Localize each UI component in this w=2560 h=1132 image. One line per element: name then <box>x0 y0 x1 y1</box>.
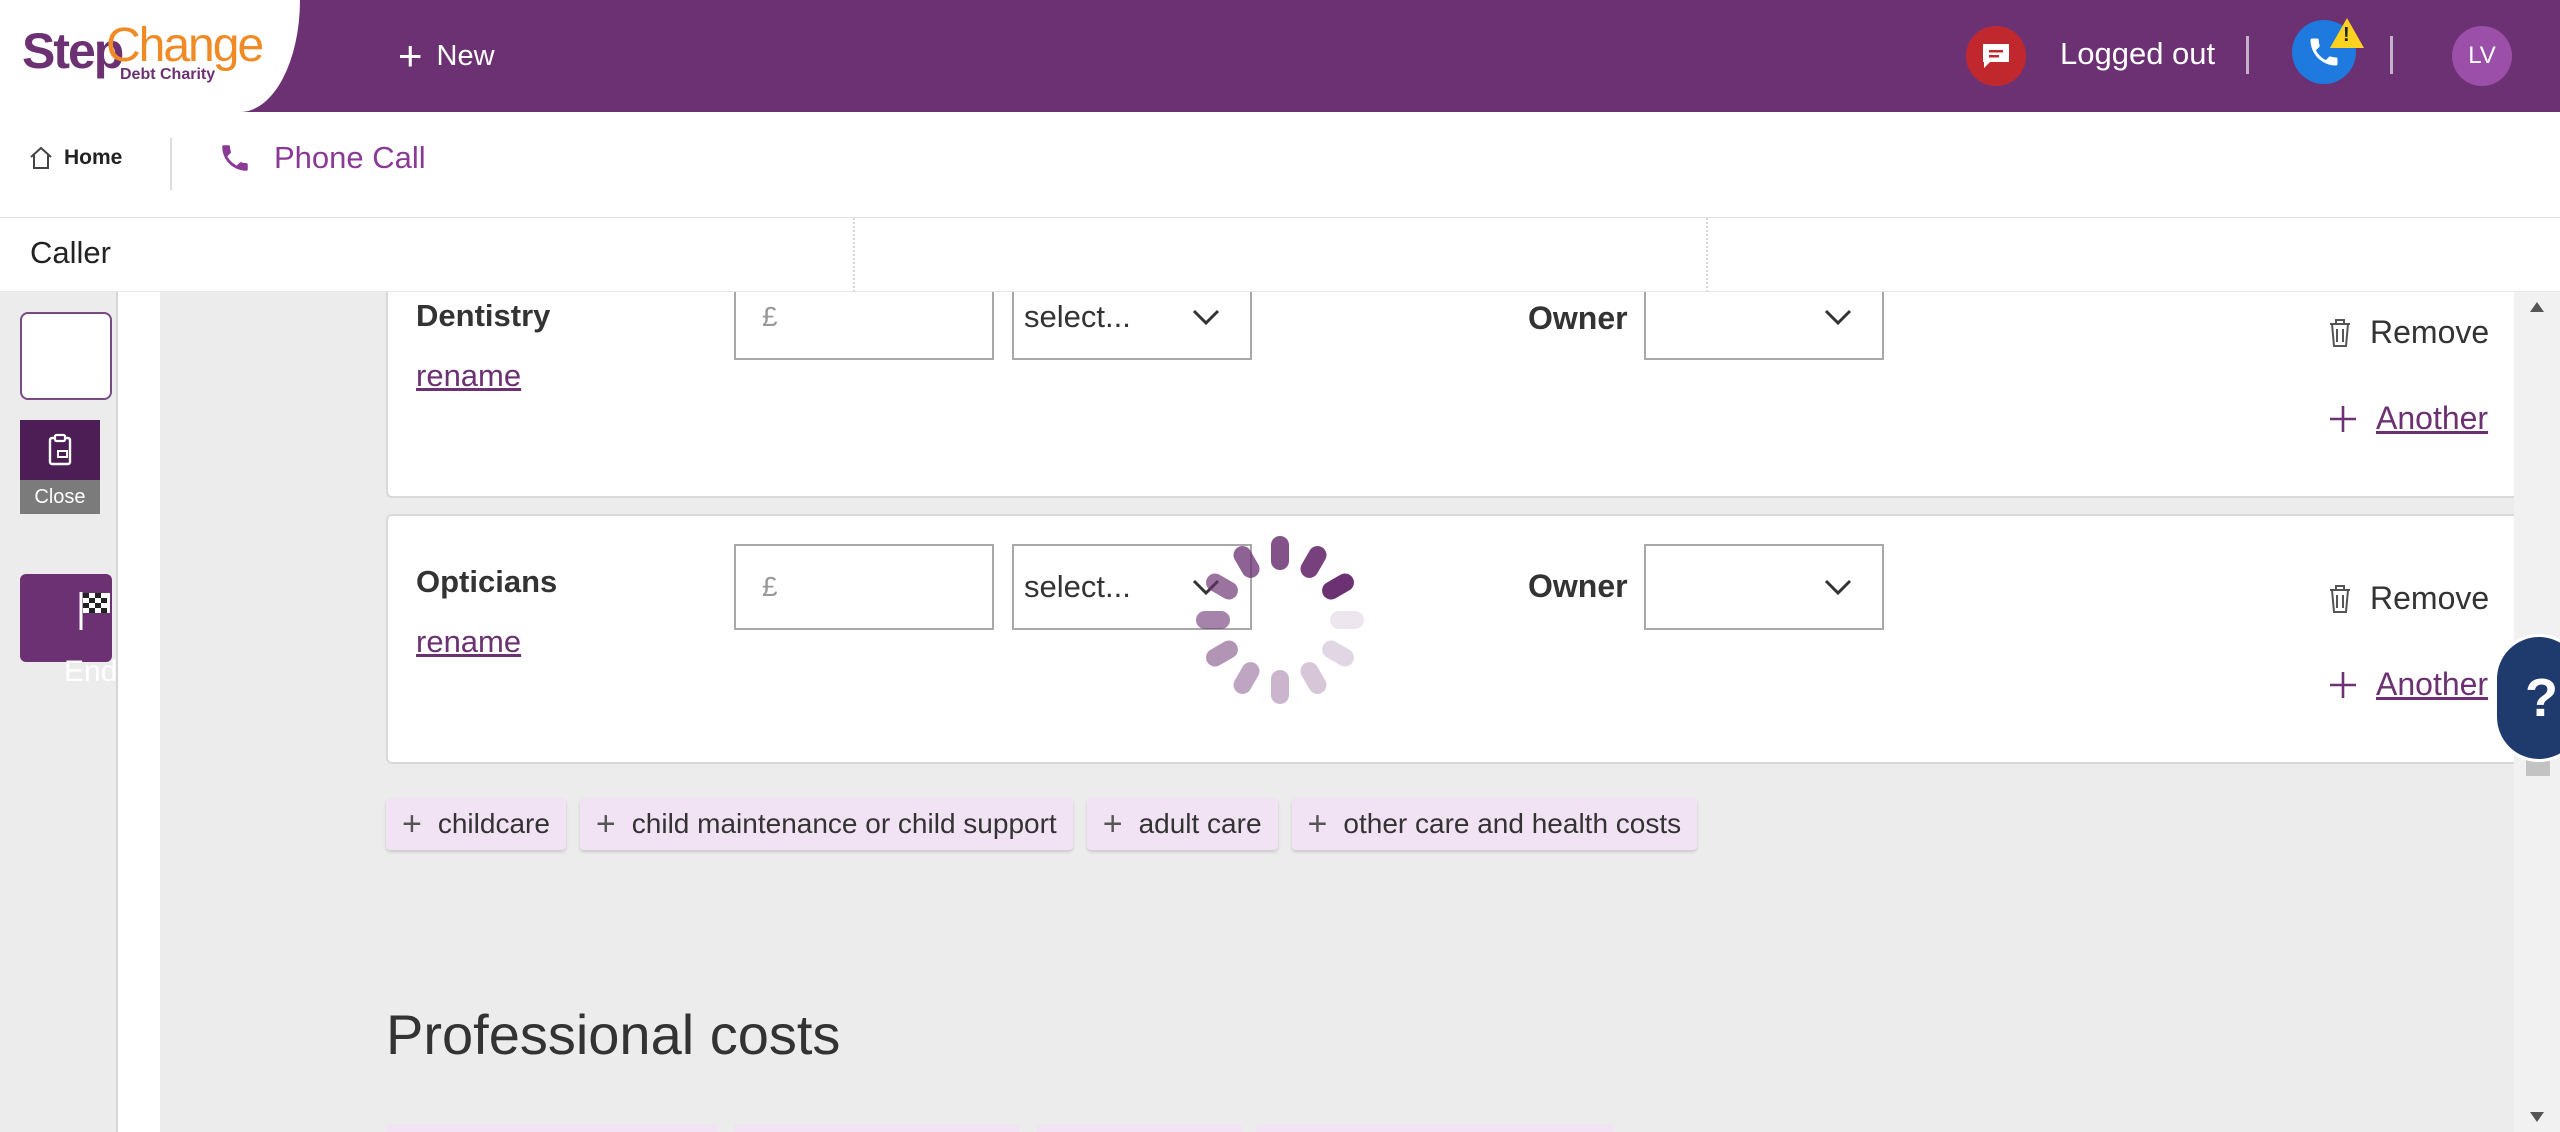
another-label: Another <box>2376 400 2489 436</box>
remove-label: Remove <box>2370 314 2490 350</box>
another-label: Another <box>2376 666 2489 702</box>
trash-icon <box>2330 318 2350 347</box>
plus-icon: + <box>1307 804 1328 843</box>
spinner-petal <box>1322 640 1354 667</box>
chip-stub[interactable] <box>734 1124 1020 1132</box>
new-button[interactable]: + New <box>398 30 495 82</box>
divider <box>853 218 855 292</box>
spinner-icon <box>1196 536 1364 704</box>
house-icon <box>30 146 52 169</box>
plus-icon <box>2330 405 2356 432</box>
spinner-petal <box>1300 546 1327 578</box>
remove-label: Remove <box>2370 580 2490 616</box>
frequency-value: select... <box>1024 299 1131 334</box>
cost-card-opticians: Opticians rename £ select... Owner Remov… <box>386 514 2516 764</box>
tab-phone-call[interactable]: Phone Call <box>218 140 426 176</box>
chip-label: childcare <box>437 808 550 839</box>
spinner-petal <box>1233 546 1260 578</box>
spinner-petal <box>1322 573 1354 600</box>
avatar[interactable]: LV <box>2452 26 2512 86</box>
top-bar: Step Change Debt Charity + New Logged ou… <box>0 0 2560 112</box>
logo[interactable]: Step Change Debt Charity <box>0 0 300 112</box>
spinner-petal <box>1300 662 1327 694</box>
chip-stub[interactable] <box>1256 1124 1614 1132</box>
chip-label: adult care <box>1138 808 1262 839</box>
add-cost-chips: + childcare + child maintenance or child s… <box>386 798 1698 850</box>
home-link[interactable]: Home <box>28 146 122 170</box>
left-rail: Close End Session <box>0 292 120 1132</box>
currency-placeholder: £ <box>762 571 778 602</box>
amount-input[interactable]: £ <box>734 544 994 630</box>
spinner-petal <box>1206 573 1238 600</box>
plus-icon: + <box>1102 804 1123 843</box>
clipboard-icon[interactable] <box>20 420 100 480</box>
rename-link[interactable]: rename <box>416 624 521 660</box>
scroll-down-arrow[interactable] <box>2530 1112 2544 1122</box>
chip-stub[interactable] <box>1036 1124 1242 1132</box>
remove-button[interactable]: Remove <box>2328 314 2489 351</box>
plus-icon: + <box>595 804 616 843</box>
cost-name: Opticians <box>416 564 558 599</box>
new-button-label: New <box>436 39 495 72</box>
scroll-up-arrow[interactable] <box>2530 302 2544 312</box>
divider <box>2246 36 2249 74</box>
currency-placeholder: £ <box>762 301 778 332</box>
main-content: Dentistry rename £ select... Owner Remov… <box>160 292 2516 1132</box>
chevron-down-icon <box>1192 309 1220 325</box>
spinner-petal <box>1233 662 1260 694</box>
end-session-label: End Session <box>64 655 120 688</box>
logo-subtitle: Debt Charity <box>120 66 216 83</box>
spinner-petal <box>1206 640 1238 667</box>
another-button[interactable]: Another <box>2328 400 2488 437</box>
chevron-down-icon <box>1824 579 1852 595</box>
chip-stub[interactable] <box>386 1124 718 1132</box>
owner-select[interactable] <box>1644 292 1884 360</box>
caller-bar: Caller <box>0 218 2560 292</box>
home-label: Home <box>64 146 123 169</box>
spinner-petal <box>1271 670 1289 704</box>
divider <box>1706 218 1708 292</box>
spinner-petal <box>1196 611 1230 629</box>
owner-label: Owner <box>1528 568 1628 604</box>
chat-bubble-icon[interactable] <box>1966 26 2026 86</box>
chip-label: child maintenance or child support <box>631 808 1057 839</box>
owner-select[interactable] <box>1644 544 1884 630</box>
plus-icon: + <box>402 804 422 843</box>
spinner-petal <box>1330 611 1364 629</box>
spinner-petal <box>1271 536 1289 570</box>
frequency-select[interactable]: select... <box>1012 292 1252 360</box>
divider <box>2390 36 2393 74</box>
plus-icon: + <box>398 32 423 79</box>
chevron-down-icon <box>1824 309 1852 325</box>
cost-card-dentistry: Dentistry rename £ select... Owner Remov… <box>386 292 2516 498</box>
close-button[interactable]: Close <box>20 480 100 514</box>
add-chip-other-care[interactable]: + other care and health costs <box>1291 798 1698 850</box>
divider <box>170 138 172 190</box>
presence-status[interactable]: Logged out <box>2060 36 2215 72</box>
nav-bar: Home Phone Call <box>0 112 2560 218</box>
rename-link[interactable]: rename <box>416 358 521 394</box>
warning-triangle-icon: ! <box>2330 18 2364 48</box>
plus-icon <box>2330 671 2356 698</box>
rail-empty-tile[interactable] <box>20 312 112 400</box>
tab-label: Phone Call <box>274 140 426 175</box>
help-button[interactable]: ? <box>2494 634 2560 762</box>
checkered-flag-icon <box>79 592 110 630</box>
add-chip-child-maintenance[interactable]: + child maintenance or child support <box>579 798 1073 850</box>
another-button[interactable]: Another <box>2328 666 2488 703</box>
warning-mark: ! <box>2343 24 2350 46</box>
cost-name: Dentistry <box>416 298 551 333</box>
trash-icon <box>2330 584 2350 613</box>
caller-heading: Caller <box>30 235 111 270</box>
frequency-value: select... <box>1024 569 1131 604</box>
add-chip-adult-care[interactable]: + adult care <box>1086 798 1278 850</box>
logo-change-text: Change <box>106 19 264 72</box>
section-title: Professional costs <box>386 1003 841 1066</box>
phone-icon <box>222 145 248 171</box>
owner-label: Owner <box>1528 300 1628 336</box>
amount-input[interactable]: £ <box>734 292 994 360</box>
chip-label: other care and health costs <box>1343 808 1682 839</box>
remove-button[interactable]: Remove <box>2328 580 2489 617</box>
add-chip-childcare[interactable]: + childcare <box>386 798 566 850</box>
